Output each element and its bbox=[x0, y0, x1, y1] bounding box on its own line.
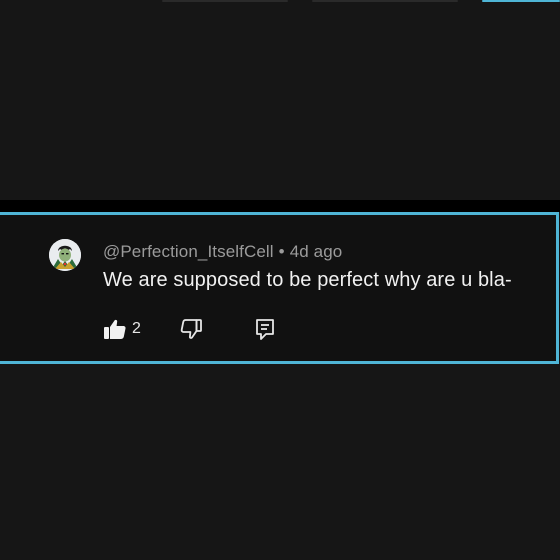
meta-separator: • bbox=[278, 242, 285, 261]
video-area-top bbox=[0, 0, 560, 200]
comment-author[interactable]: @Perfection_ItselfCell bbox=[103, 242, 274, 261]
avatar-image bbox=[49, 239, 81, 271]
comment-timestamp: 4d ago bbox=[289, 242, 343, 261]
like-count: 2 bbox=[132, 320, 141, 337]
reply-button[interactable] bbox=[253, 317, 279, 343]
comments-area-bottom bbox=[0, 364, 560, 560]
top-progress-accent bbox=[482, 0, 560, 2]
thumbs-down-icon bbox=[180, 319, 202, 339]
dislike-button[interactable] bbox=[179, 317, 205, 343]
highlighted-comment[interactable]: @Perfection_ItselfCell • 4d ago We are sup… bbox=[0, 212, 559, 364]
avatar[interactable] bbox=[49, 239, 81, 271]
top-progress-segment bbox=[162, 0, 288, 2]
top-progress-segment bbox=[312, 0, 458, 2]
divider-band bbox=[0, 200, 560, 212]
comment-meta: @Perfection_ItselfCell • 4d ago bbox=[103, 242, 342, 262]
reply-comment-icon bbox=[256, 319, 274, 340]
page: @Perfection_ItselfCell • 4d ago We are sup… bbox=[0, 0, 560, 560]
comment-body: We are supposed to be perfect why are u … bbox=[103, 269, 512, 291]
like-button[interactable] bbox=[103, 317, 129, 343]
comment-actions: 2 bbox=[103, 317, 303, 343]
thumbs-up-icon bbox=[104, 319, 126, 339]
